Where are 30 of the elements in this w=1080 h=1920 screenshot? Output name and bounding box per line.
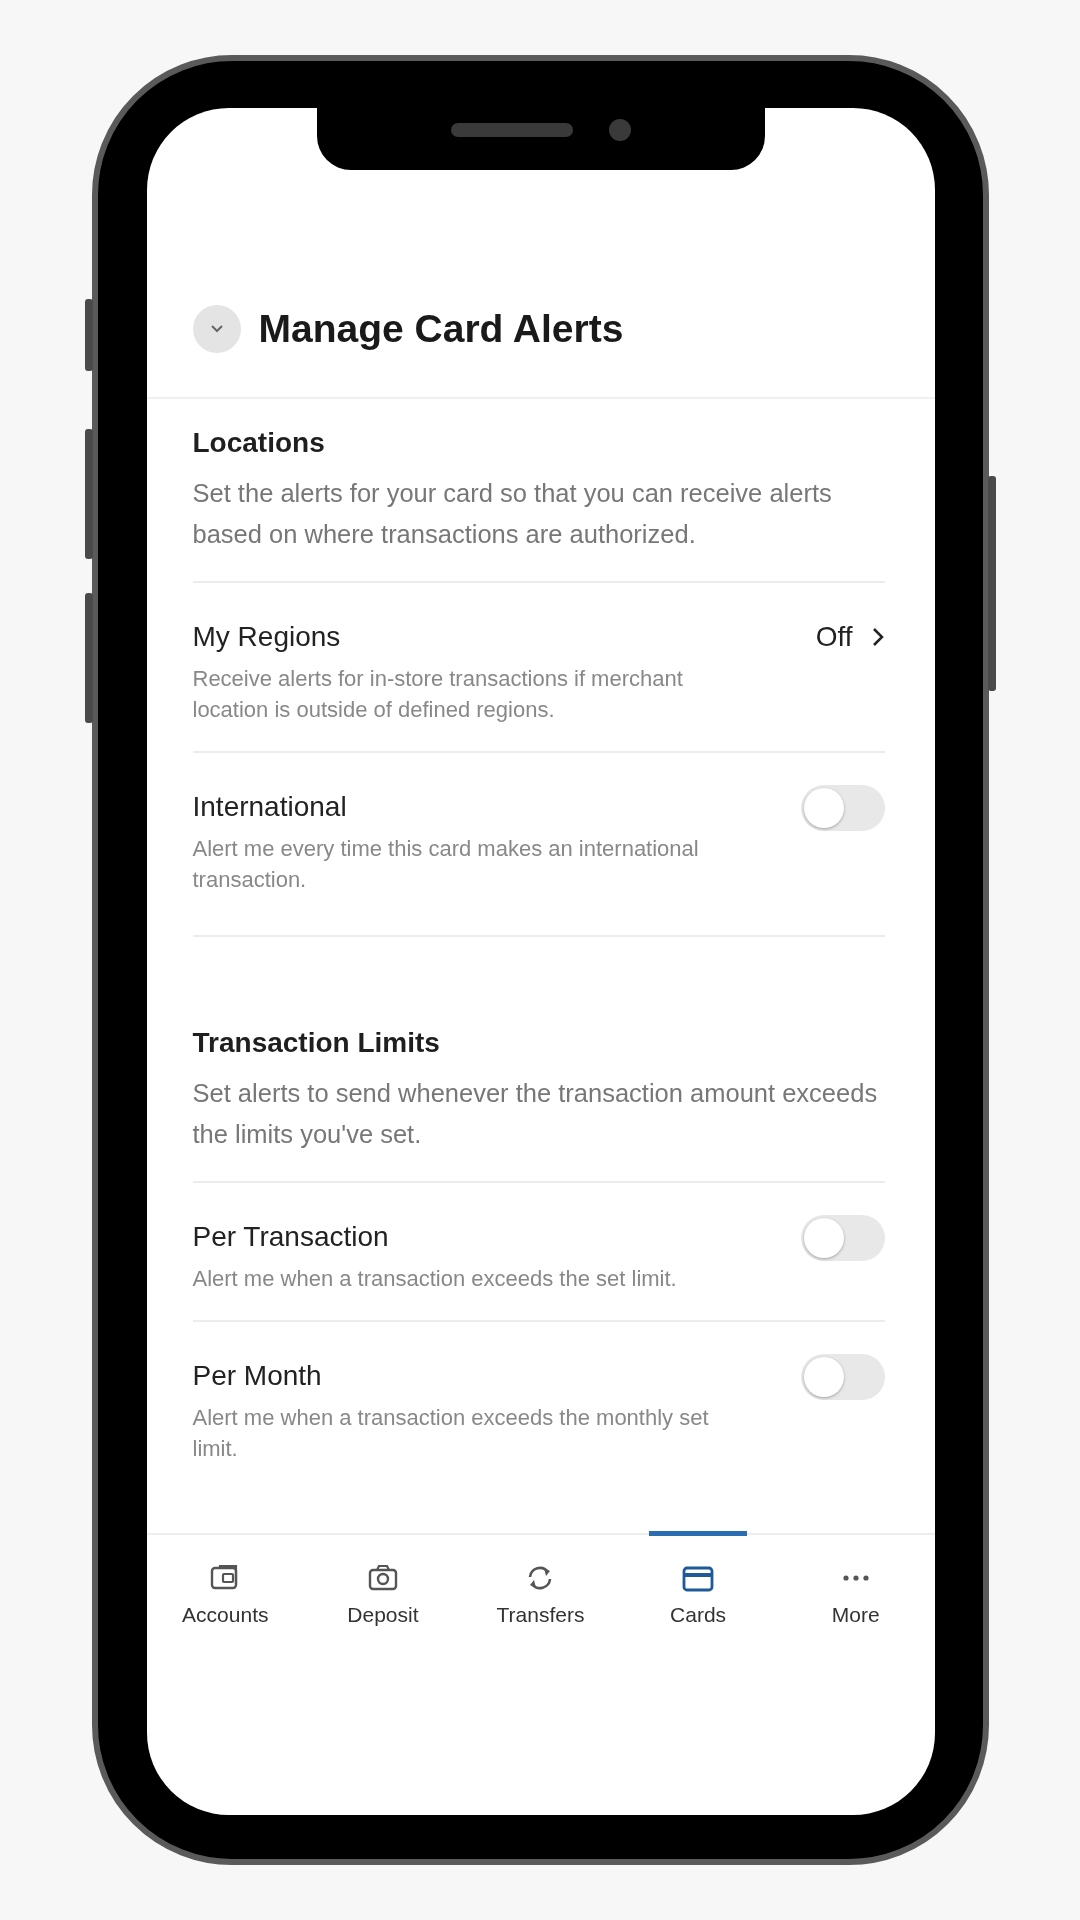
chevron-down-icon [209, 324, 224, 334]
tab[interactable]: Cards [619, 1535, 777, 1660]
camera-icon [366, 1563, 399, 1593]
setting-title: Per Month [192, 1360, 323, 1392]
value-link[interactable]: Off [815, 621, 885, 653]
setting-title: Per Transaction [192, 1221, 390, 1253]
tab[interactable]: Deposit [304, 1535, 462, 1660]
more-icon [842, 1575, 869, 1581]
setting-description: Alert me when a transaction exceeds the set limit. [192, 1265, 678, 1293]
toggle-switch[interactable] [800, 1354, 885, 1400]
tab[interactable]: Transfers [461, 1535, 620, 1660]
speaker-icon [450, 123, 573, 137]
section-title: Locations [192, 427, 326, 459]
tab[interactable]: Accounts [146, 1535, 305, 1660]
setting-value: Off [815, 621, 853, 653]
section-title: Transaction Limits [192, 1027, 441, 1059]
back-button[interactable] [192, 305, 241, 353]
toggle-switch[interactable] [800, 785, 885, 831]
setting-title: My Regions [192, 621, 342, 653]
setting-description: Receive alerts for in-store transactions if merchant location is outside of defined regions. [192, 665, 684, 724]
section-description: Set the alerts for your card so that you can receive alerts based on where transactions are authorized. [192, 478, 833, 550]
page-title: Manage Card Alerts [258, 307, 624, 351]
setting-title: International [192, 791, 348, 823]
toggle-switch[interactable] [800, 1215, 885, 1261]
chevron-right-icon [870, 626, 885, 648]
tab[interactable]: More [776, 1535, 935, 1660]
section-description: Set alerts to send whenever the transaction amount exceeds the limits you've set. [192, 1078, 879, 1150]
setting-description: Alert me when a transaction exceeds the monthly set limit. [192, 1404, 710, 1463]
setting-description: Alert me every time this card makes an international transaction. [192, 835, 700, 894]
camera-icon [608, 119, 631, 141]
